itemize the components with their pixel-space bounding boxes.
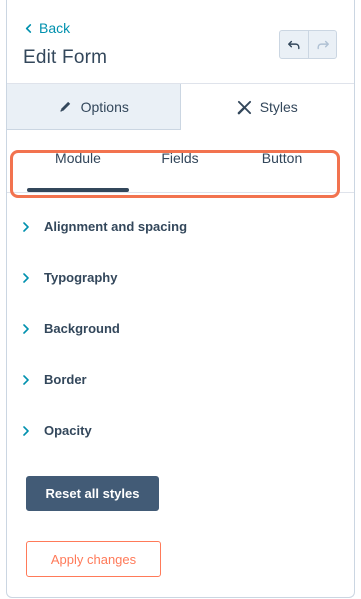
chevron-right-icon <box>23 221 29 232</box>
tab-styles[interactable]: Styles <box>180 84 354 130</box>
tab-options-label: Options <box>80 98 129 115</box>
chevron-right-icon <box>23 425 29 436</box>
section-label: Background <box>44 321 120 336</box>
page-title: Edit Form <box>23 47 108 68</box>
subtab-fields[interactable]: Fields <box>129 150 231 166</box>
subtab-module[interactable]: Module <box>27 150 129 166</box>
style-sections: Alignment and spacing Typography Backgro… <box>7 201 354 456</box>
redo-button[interactable] <box>308 31 336 58</box>
reset-all-styles-button[interactable]: Reset all styles <box>26 476 159 511</box>
undo-redo-group <box>279 30 337 59</box>
section-background[interactable]: Background <box>7 303 354 354</box>
brush-icon <box>237 100 251 114</box>
pencil-icon <box>59 101 70 112</box>
back-label: Back <box>39 20 71 36</box>
tab-styles-label: Styles <box>259 99 298 115</box>
section-alignment-and-spacing[interactable]: Alignment and spacing <box>7 201 354 252</box>
subtab-button[interactable]: Button <box>231 150 333 166</box>
tab-options[interactable]: Options <box>7 84 181 130</box>
sub-tabs: Module Fields Button <box>7 130 354 198</box>
chevron-right-icon <box>23 272 29 283</box>
section-label: Alignment and spacing <box>44 219 188 234</box>
chevron-right-icon <box>23 374 29 385</box>
undo-icon <box>288 40 300 49</box>
redo-icon <box>316 40 329 49</box>
apply-changes-button[interactable]: Apply changes <box>26 541 161 577</box>
chevron-right-icon <box>23 323 29 334</box>
undo-button[interactable] <box>280 31 308 58</box>
chevron-left-icon <box>25 23 32 33</box>
section-label: Border <box>44 372 87 387</box>
section-border[interactable]: Border <box>7 354 354 405</box>
edit-form-panel: Back Edit Form Options Styles Module Fie… <box>6 0 355 598</box>
section-opacity[interactable]: Opacity <box>7 405 354 456</box>
section-typography[interactable]: Typography <box>7 252 354 303</box>
active-subtab-indicator <box>27 188 129 192</box>
back-link[interactable]: Back <box>24 18 70 38</box>
main-tabs: Options Styles <box>7 84 354 130</box>
section-label: Opacity <box>44 423 92 438</box>
section-label: Typography <box>44 270 118 285</box>
